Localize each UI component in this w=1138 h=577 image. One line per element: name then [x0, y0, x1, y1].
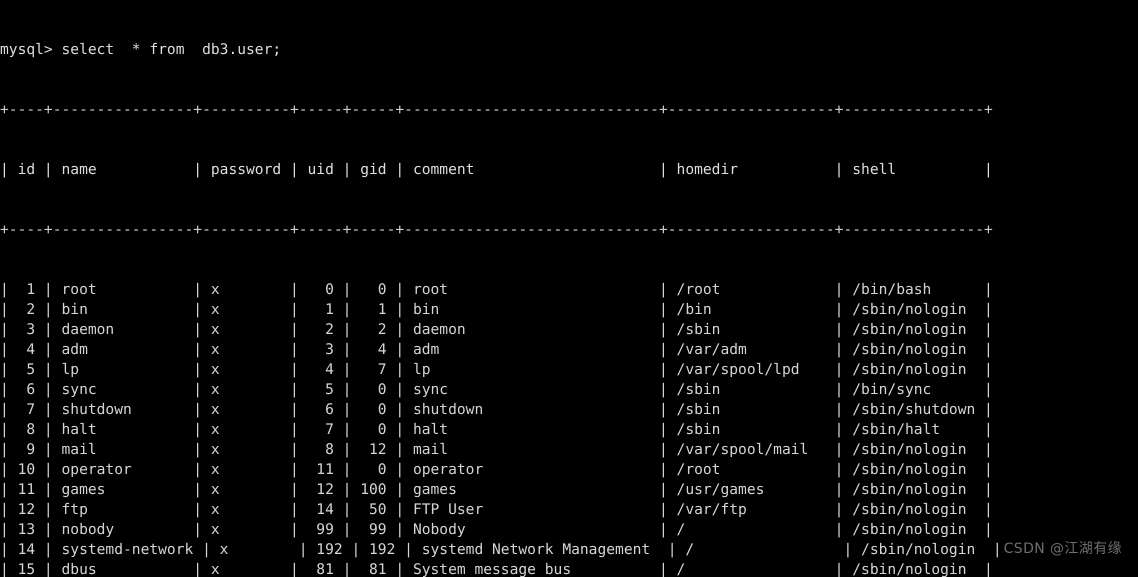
table-row: | 1 | root | x | 0 | 0 | root | /root | …	[0, 281, 993, 298]
table-row: | 13 | nobody | x | 99 | 99 | Nobody | /…	[0, 521, 993, 538]
table-row: | 6 | sync | x | 5 | 0 | sync | /sbin | …	[0, 381, 993, 398]
terminal-window[interactable]: mysql> select * from db3.user; +----+---…	[0, 0, 1138, 577]
table-row: | 7 | shutdown | x | 6 | 0 | shutdown | …	[0, 401, 993, 418]
csdn-watermark: CSDN @江湖有缘	[1003, 541, 1122, 557]
table-row: | 8 | halt | x | 7 | 0 | halt | /sbin | …	[0, 421, 993, 438]
table-row: | 2 | bin | x | 1 | 1 | bin | /bin | /sb…	[0, 301, 993, 318]
table-row: | 14 | systemd-network | x | 192 | 192 |…	[0, 541, 1002, 558]
table-row: | 9 | mail | x | 8 | 12 | mail | /var/sp…	[0, 441, 993, 458]
command-line: mysql> select * from db3.user;	[0, 41, 282, 58]
table-row: | 3 | daemon | x | 2 | 2 | daemon | /sbi…	[0, 321, 993, 338]
table-row: | 12 | ftp | x | 14 | 50 | FTP User | /v…	[0, 501, 993, 518]
table-body: | 1 | root | x | 0 | 0 | root | /root | …	[0, 280, 1002, 577]
table-row: | 5 | lp | x | 4 | 7 | lp | /var/spool/l…	[0, 361, 993, 378]
table-header-row: | id | name | password | uid | gid | com…	[0, 161, 993, 178]
table-row: | 15 | dbus | x | 81 | 81 | System messa…	[0, 561, 993, 577]
table-rule-top: +----+----------------+----------+-----+…	[0, 101, 993, 118]
table-rule-header: +----+----------------+----------+-----+…	[0, 221, 993, 238]
table-row: | 10 | operator | x | 11 | 0 | operator …	[0, 461, 993, 478]
table-row: | 11 | games | x | 12 | 100 | games | /u…	[0, 481, 993, 498]
table-row: | 4 | adm | x | 3 | 4 | adm | /var/adm |…	[0, 341, 993, 358]
terminal-screen: mysql> select * from db3.user; +----+---…	[0, 0, 1002, 577]
